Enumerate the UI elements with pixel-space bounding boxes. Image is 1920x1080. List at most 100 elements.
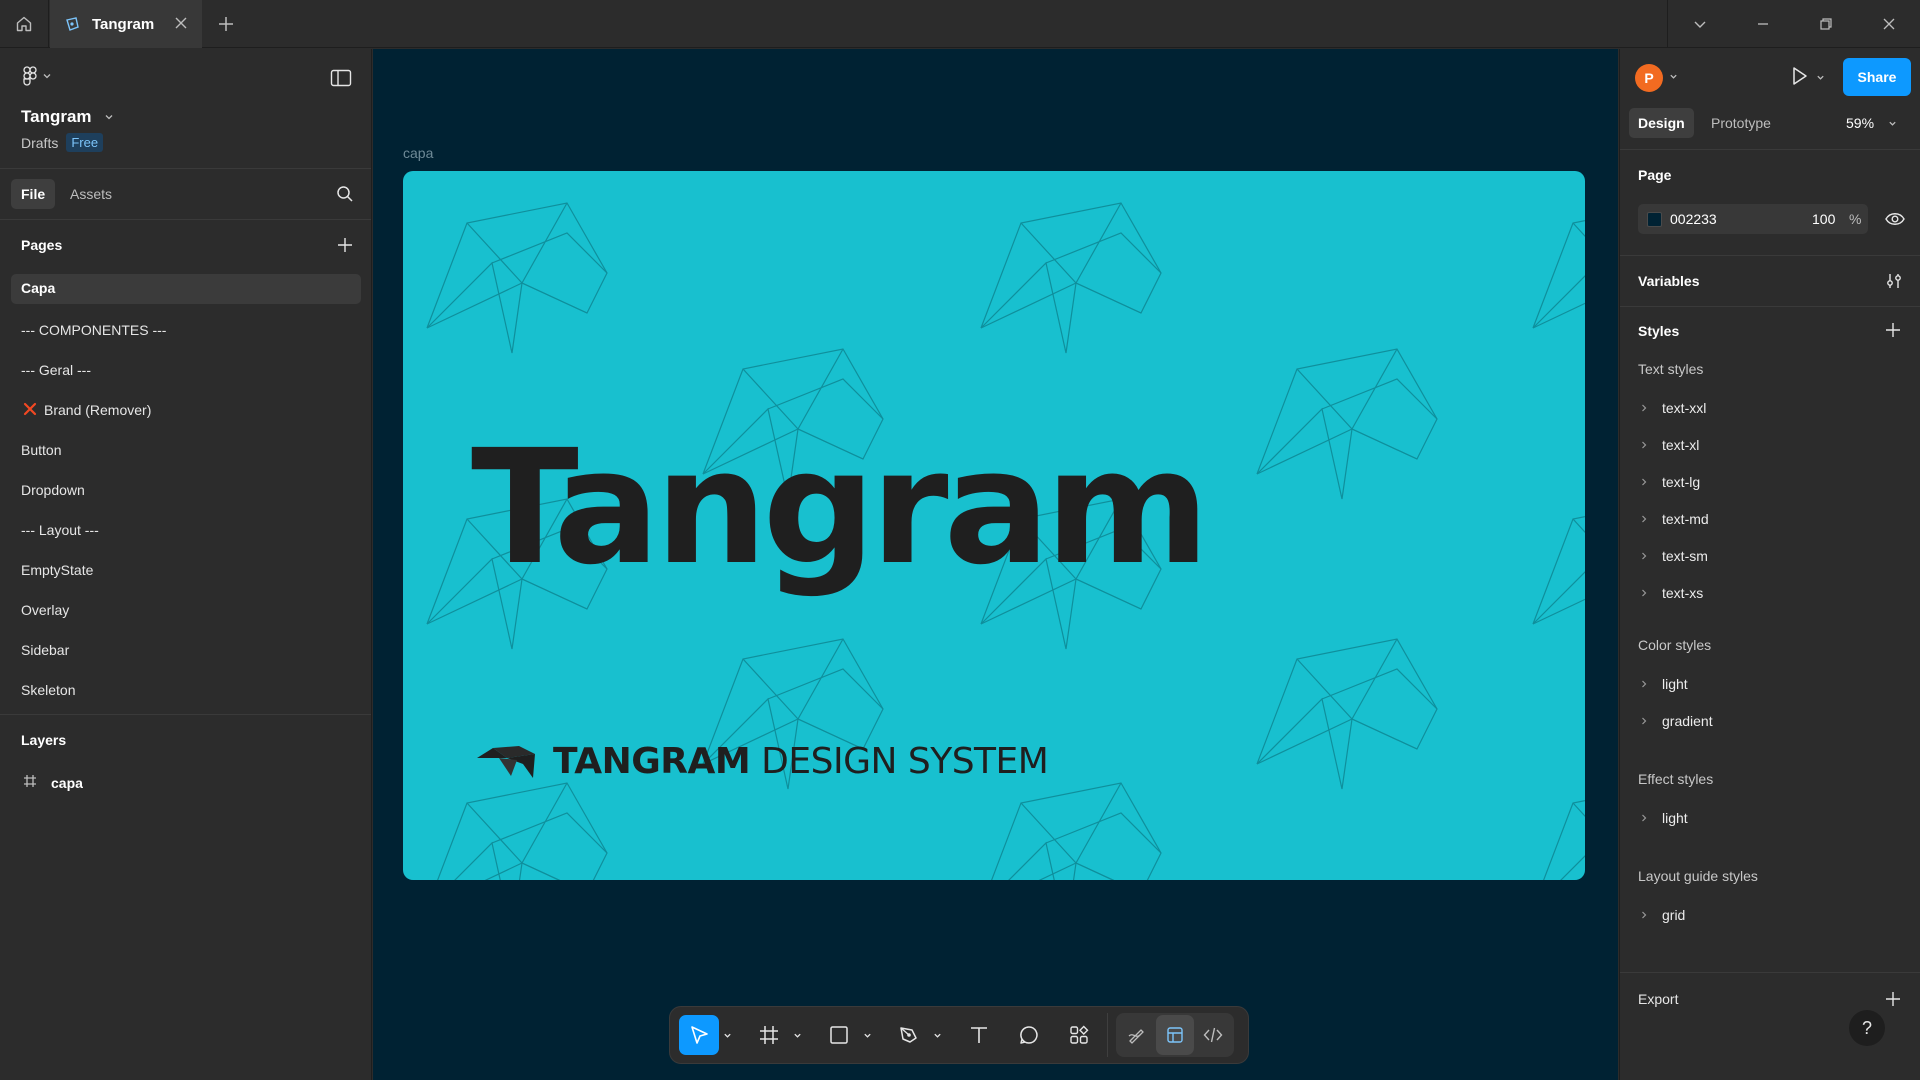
tab-file[interactable]: File	[11, 179, 56, 209]
page-item-skeleton[interactable]: Skeleton	[0, 670, 371, 710]
new-tab-plus-icon[interactable]	[216, 14, 236, 34]
file-header: Tangram Drafts Free	[0, 49, 371, 169]
frame-label[interactable]: capa	[403, 145, 433, 161]
style-item-grid[interactable]: grid	[1640, 907, 1685, 923]
color-styles-title: Color styles	[1638, 637, 1712, 653]
shape-tool-dropdown[interactable]	[859, 1015, 875, 1055]
move-tool-dropdown[interactable]	[719, 1015, 735, 1055]
tabs-dropdown-button[interactable]	[1668, 0, 1731, 48]
minimize-button[interactable]	[1731, 0, 1794, 48]
share-button[interactable]: Share	[1843, 58, 1911, 96]
layer-item-capa[interactable]: capa	[0, 765, 371, 805]
move-tool-button[interactable]	[679, 1015, 719, 1055]
style-item-text-sm[interactable]: text-sm	[1640, 548, 1708, 564]
page-item-button[interactable]: Button	[0, 430, 371, 470]
page-item-dropdown[interactable]: Dropdown	[0, 470, 371, 510]
eye-icon[interactable]	[1885, 211, 1905, 227]
pen-tool-icon	[898, 1024, 920, 1046]
add-style-plus-icon[interactable]	[1885, 322, 1901, 338]
dev-mode-icon	[1203, 1025, 1223, 1045]
help-button[interactable]: ?	[1849, 1010, 1885, 1046]
close-tab-icon[interactable]	[174, 16, 188, 30]
title-bar: Tangram	[0, 0, 1920, 48]
pages-header: Pages	[0, 220, 371, 270]
drafts-link[interactable]: Drafts	[21, 135, 58, 151]
draw-mode-button[interactable]	[1118, 1015, 1156, 1055]
chevron-right-icon	[1640, 404, 1648, 412]
chevron-down-icon[interactable]	[1669, 72, 1678, 81]
chevron-down-icon	[793, 1031, 802, 1040]
comment-tool-button[interactable]	[1009, 1015, 1049, 1055]
pen-tool-button[interactable]	[889, 1015, 929, 1055]
restore-button[interactable]	[1794, 0, 1857, 48]
canvas[interactable]: capa Tangram TANGRAM DESIGN SYSTEM	[373, 49, 1618, 1080]
page-item-geral[interactable]: --- Geral ---	[0, 350, 371, 390]
right-panel-header: P Share Design Prototype 59%	[1620, 49, 1920, 150]
frame-tool-dropdown[interactable]	[789, 1015, 805, 1055]
style-label: light	[1662, 810, 1688, 826]
style-label: grid	[1662, 907, 1686, 923]
page-item-emptystate[interactable]: EmptyState	[0, 550, 371, 590]
style-label: text-lg	[1662, 474, 1701, 490]
rectangle-tool-button[interactable]	[819, 1015, 859, 1055]
export-title: Export	[1638, 991, 1679, 1007]
sidebar-toggle-icon[interactable]	[330, 69, 352, 87]
style-item-text-xxl[interactable]: text-xxl	[1640, 400, 1706, 416]
actions-button[interactable]	[1059, 1015, 1099, 1055]
style-item-text-md[interactable]: text-md	[1640, 511, 1709, 527]
figma-logo-icon	[22, 66, 38, 86]
frame-tool-button[interactable]	[749, 1015, 789, 1055]
page-color-field[interactable]: 002233 100 %	[1638, 204, 1868, 234]
add-export-plus-icon[interactable]	[1885, 991, 1901, 1007]
close-window-button[interactable]	[1857, 0, 1920, 48]
style-item-text-xl[interactable]: text-xl	[1640, 437, 1699, 453]
tab-prototype[interactable]: Prototype	[1711, 108, 1771, 138]
chevron-down-icon	[933, 1031, 942, 1040]
page-item-sidebar[interactable]: Sidebar	[0, 630, 371, 670]
chevron-down-icon	[42, 71, 52, 81]
chevron-down-icon[interactable]	[1816, 73, 1825, 82]
plan-badge: Free	[66, 133, 104, 152]
variables-settings-icon[interactable]	[1885, 272, 1903, 290]
add-page-plus-icon[interactable]	[337, 237, 353, 253]
page-section-title: Page	[1638, 167, 1672, 183]
present-play-icon[interactable]	[1788, 65, 1810, 87]
file-name-button[interactable]: Tangram	[21, 107, 114, 127]
selection-highlight	[11, 274, 361, 304]
style-item-text-xs[interactable]: text-xs	[1640, 585, 1703, 601]
main-menu-button[interactable]	[22, 66, 52, 86]
style-label: light	[1662, 676, 1688, 692]
move-tool-icon	[688, 1024, 710, 1046]
page-item-componentes[interactable]: --- COMPONENTES ---	[0, 310, 371, 350]
capa-frame[interactable]: Tangram TANGRAM DESIGN SYSTEM	[403, 171, 1585, 880]
search-icon[interactable]	[336, 185, 354, 203]
style-item-light[interactable]: light	[1640, 676, 1688, 692]
style-label: text-xs	[1662, 585, 1704, 601]
file-tab[interactable]: Tangram	[50, 0, 202, 48]
style-item-effect-light[interactable]: light	[1640, 810, 1688, 826]
page-item-overlay[interactable]: Overlay	[0, 590, 371, 630]
zoom-dropdown[interactable]: 59%	[1846, 108, 1897, 138]
style-label: text-sm	[1662, 548, 1708, 564]
pen-tool-dropdown[interactable]	[929, 1015, 945, 1055]
page-label: Overlay	[21, 602, 70, 618]
tab-assets[interactable]: Assets	[70, 179, 112, 209]
style-item-text-lg[interactable]: text-lg	[1640, 474, 1700, 490]
dev-mode-button[interactable]	[1194, 1015, 1232, 1055]
page-item-capa[interactable]: Capa	[0, 270, 371, 310]
page-item-brand[interactable]: Brand (Remover)	[0, 390, 371, 430]
chevron-right-icon	[1640, 515, 1648, 523]
style-item-gradient[interactable]: gradient	[1640, 713, 1713, 729]
avatar[interactable]: P	[1635, 64, 1663, 92]
tangram-logo-icon	[477, 744, 535, 780]
bottom-toolbar	[669, 1006, 1249, 1064]
text-tool-button[interactable]	[959, 1015, 999, 1055]
tab-design[interactable]: Design	[1629, 108, 1694, 138]
page-item-layout[interactable]: --- Layout ---	[0, 510, 371, 550]
color-swatch[interactable]	[1647, 212, 1662, 227]
opacity-value[interactable]: 100	[1812, 211, 1835, 227]
page-label: --- COMPONENTES ---	[21, 322, 167, 338]
design-mode-button[interactable]	[1156, 1015, 1194, 1055]
home-button[interactable]	[0, 0, 49, 48]
hex-value[interactable]: 002233	[1670, 211, 1717, 227]
